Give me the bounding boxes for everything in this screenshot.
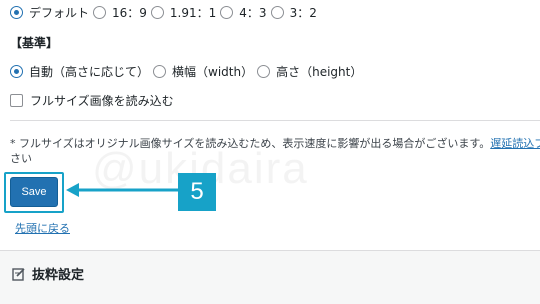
note-continuation: さい: [10, 152, 32, 165]
radio-label-4-3: 4：3: [239, 6, 267, 20]
divider: [10, 120, 540, 121]
arrow-left-icon: [66, 183, 178, 197]
settings-panel: デフォルト 16：9 1.91：1 4：3 3：2 【基準】 自動（高さに応じて…: [0, 0, 540, 304]
radio-3-2[interactable]: [270, 6, 284, 19]
radio-option-16-9[interactable]: 16：9: [93, 4, 147, 21]
section-title-text: 抜粋設定: [32, 268, 85, 283]
radio-label-width: 横幅（width）: [172, 65, 254, 79]
back-to-top-link[interactable]: 先頭に戻る: [15, 220, 70, 236]
radio-option-3-2[interactable]: 3：2: [270, 4, 317, 21]
basis-options: 自動（高さに応じて） 横幅（width） 高さ（height）: [10, 63, 362, 80]
edit-icon: [12, 267, 26, 281]
radio-option-auto[interactable]: 自動（高さに応じて）: [10, 63, 149, 80]
basis-heading: 【基準】: [10, 36, 59, 50]
radio-width[interactable]: [153, 65, 167, 78]
note-body: * フルサイズはオリジナル画像サイズを読み込むため、表示速度に影響が出る場合がご…: [10, 137, 491, 150]
radio-label-3-2: 3：2: [289, 6, 317, 20]
radio-label-16-9: 16：9: [112, 6, 147, 20]
radio-16-9[interactable]: [93, 6, 107, 19]
radio-label-default: デフォルト: [29, 6, 90, 20]
radio-option-1-91-1[interactable]: 1.91：1: [150, 4, 217, 21]
radio-label-height: 高さ（height）: [276, 65, 363, 79]
excerpt-settings-section: 抜粋設定: [0, 250, 540, 304]
fullsize-option[interactable]: フルサイズ画像を読み込む: [10, 92, 174, 109]
aspect-ratio-options: デフォルト 16：9 1.91：1 4：3 3：2: [10, 4, 317, 21]
save-button[interactable]: Save: [10, 177, 58, 207]
radio-default[interactable]: [10, 6, 23, 19]
radio-label-1-91-1: 1.91：1: [169, 6, 217, 20]
radio-4-3[interactable]: [220, 6, 234, 19]
radio-label-auto: 自動（高さに応じて）: [29, 65, 150, 79]
radio-option-4-3[interactable]: 4：3: [220, 4, 267, 21]
fullsize-checkbox[interactable]: [10, 94, 23, 107]
note-text: * フルサイズはオリジナル画像サイズを読み込むため、表示速度に影響が出る場合がご…: [10, 136, 540, 166]
lazy-load-link[interactable]: 遅延読込プ: [490, 137, 540, 150]
radio-option-height[interactable]: 高さ（height）: [257, 63, 362, 80]
radio-option-width[interactable]: 横幅（width）: [153, 63, 253, 80]
step-badge: 5: [178, 173, 216, 211]
radio-height[interactable]: [257, 65, 271, 78]
radio-1-91-1[interactable]: [150, 6, 164, 19]
radio-option-default[interactable]: デフォルト: [10, 4, 89, 21]
section-title[interactable]: 抜粋設定: [12, 264, 84, 283]
radio-auto[interactable]: [10, 65, 23, 78]
fullsize-label: フルサイズ画像を読み込む: [30, 94, 174, 108]
